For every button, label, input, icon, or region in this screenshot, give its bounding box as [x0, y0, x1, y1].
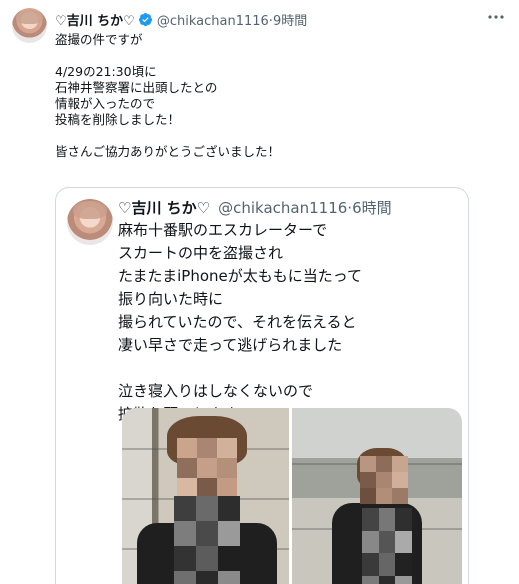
quoted-header: ♡吉川 ちか♡ @chikachan1116·6時間 — [118, 196, 392, 218]
media-photo-1[interactable] — [122, 408, 289, 584]
quoted-text: 麻布十番駅のエスカレーターで スカートの中を盗撮され たまたまiPhoneが太も… — [118, 221, 362, 423]
avatar[interactable] — [12, 8, 47, 43]
handle[interactable]: @chikachan1116·9時間 — [157, 10, 307, 29]
mosaic-blur — [362, 508, 412, 584]
timestamp[interactable]: 9時間 — [273, 14, 307, 29]
quoted-handle: @chikachan1116·6時間 — [218, 198, 392, 217]
tweet-header: ♡吉川 ちか♡ @chikachan1116·9時間 — [55, 10, 307, 29]
tweet[interactable]: ♡吉川 ちか♡ @chikachan1116·9時間 盗撮の件ですが 4/29の… — [0, 0, 519, 584]
quoted-display-name: ♡吉川 ちか♡ — [118, 198, 211, 217]
mosaic-blur — [360, 456, 408, 504]
more-options-icon[interactable] — [487, 10, 505, 24]
media-photo-2[interactable] — [292, 408, 462, 584]
media-grid — [122, 408, 462, 584]
verified-badge-icon — [138, 12, 153, 27]
quoted-avatar[interactable] — [67, 199, 113, 245]
display-name[interactable]: ♡吉川 ちか♡ — [55, 10, 135, 29]
mosaic-blur — [177, 438, 237, 498]
tweet-text: 盗撮の件ですが 4/29の21:30頃に 石神井警察署に出頭したとの 情報が入っ… — [55, 32, 281, 159]
quoted-timestamp: 6時間 — [352, 198, 392, 217]
quoted-tweet[interactable]: ♡吉川 ちか♡ @chikachan1116·6時間 麻布十番駅のエスカレーター… — [55, 187, 469, 584]
mosaic-blur — [174, 496, 240, 584]
